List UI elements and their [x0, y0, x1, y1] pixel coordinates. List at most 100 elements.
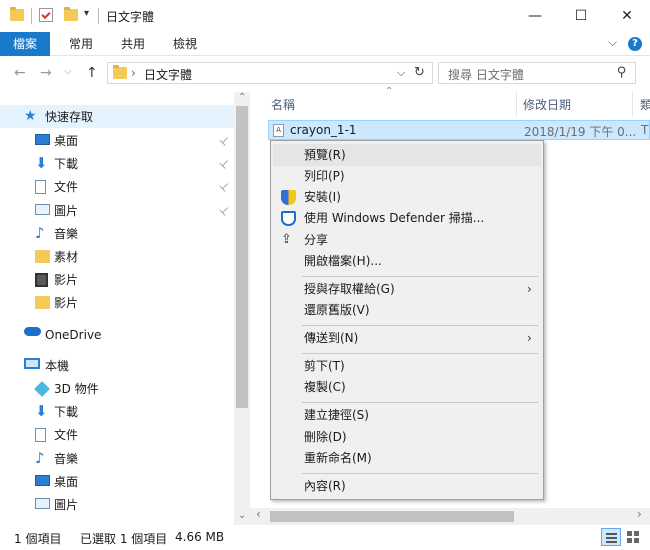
list-item[interactable]: 影片: [0, 268, 234, 291]
menu-item[interactable]: 傳送到(N) ›: [273, 327, 541, 349]
menu-separator: [302, 353, 538, 354]
minimize-button[interactable]: —: [512, 0, 558, 32]
back-button[interactable]: ←: [14, 65, 26, 81]
nav-scrollbar-thumb[interactable]: [236, 106, 248, 408]
menu-item-label: 列印(P): [304, 169, 345, 183]
folder-icon: [35, 296, 50, 310]
column-header-date[interactable]: 修改日期: [523, 96, 571, 113]
sidebar-item-label: 快速存取: [45, 110, 94, 124]
menu-item[interactable]: 建立捷徑(S): [273, 404, 541, 426]
sidebar-item-onedrive[interactable]: OneDrive: [0, 323, 234, 346]
divider: [31, 8, 32, 24]
star-icon: ★: [24, 108, 37, 124]
menu-item-label: 開啟檔案(H)...: [304, 254, 382, 268]
address-dropdown-icon[interactable]: ⌵: [397, 66, 405, 80]
table-row[interactable]: A crayon_1-1 2018/1/19 下午 0... T: [268, 120, 650, 140]
divider: [98, 8, 99, 24]
search-placeholder: 搜尋 日文字體: [448, 68, 524, 82]
list-item[interactable]: ♪ 音樂: [0, 222, 234, 245]
tab-file[interactable]: 檔案: [0, 32, 50, 56]
submenu-arrow-icon: ›: [527, 331, 532, 345]
menu-item[interactable]: 複製(C): [273, 376, 541, 398]
recent-locations-button[interactable]: ⌵: [64, 66, 72, 77]
menu-item-label: 使用 Windows Defender 掃描...: [304, 211, 485, 225]
pin-icon[interactable]: ⊥: [217, 156, 233, 172]
help-icon[interactable]: ?: [628, 37, 642, 51]
scroll-down-icon[interactable]: ⌄: [238, 510, 246, 521]
sidebar-item-label: OneDrive: [45, 327, 102, 342]
list-item[interactable]: 影片: [0, 291, 234, 314]
list-item[interactable]: 素材: [0, 245, 234, 268]
tab-share[interactable]: 共用: [110, 32, 156, 56]
list-item[interactable]: 文件: [0, 423, 234, 446]
list-item[interactable]: 桌面: [0, 470, 234, 493]
address-bar[interactable]: › 日文字體 ⌵ ↻: [107, 62, 433, 84]
divider: [632, 92, 633, 116]
scroll-right-icon[interactable]: ›: [637, 507, 642, 521]
window-title: 日文字體: [106, 10, 155, 24]
customize-quick-access-icon[interactable]: ▾: [84, 8, 89, 19]
menu-item[interactable]: ⇪ 分享: [273, 229, 541, 251]
details-view-button[interactable]: [601, 528, 621, 546]
breadcrumb-separator: ›: [131, 66, 136, 80]
sidebar-item-label: 下載: [54, 405, 79, 420]
tab-view[interactable]: 檢視: [162, 32, 208, 56]
pin-icon[interactable]: ⊥: [217, 133, 233, 149]
sidebar-item-label: 音樂: [54, 226, 79, 241]
defender-shield-icon: [281, 211, 296, 226]
menu-item[interactable]: 重新命名(M): [273, 447, 541, 469]
tab-home[interactable]: 常用: [58, 32, 104, 56]
refresh-button[interactable]: ↻: [414, 65, 425, 80]
menu-item[interactable]: 預覽(R): [273, 144, 541, 166]
list-item[interactable]: 文件 ⊥: [0, 175, 234, 198]
column-header-name[interactable]: 名稱: [271, 96, 295, 113]
menu-item[interactable]: 剪下(T): [273, 355, 541, 377]
large-icons-view-button[interactable]: [625, 529, 641, 545]
list-item[interactable]: ⬇ 下載 ⊥: [0, 152, 234, 175]
sidebar-item-this-pc[interactable]: 本機: [0, 354, 234, 377]
sidebar-item-quick-access[interactable]: ★ 快速存取: [0, 105, 234, 128]
expand-ribbon-icon[interactable]: ⌵: [608, 35, 617, 50]
scroll-left-icon[interactable]: ‹: [256, 507, 261, 521]
new-folder-icon[interactable]: [64, 7, 78, 21]
desktop-icon: [35, 474, 50, 486]
sidebar-item-label: 圖片: [54, 203, 79, 218]
sidebar-item-label: 桌面: [54, 134, 79, 148]
menu-item[interactable]: 還原舊版(V): [273, 299, 541, 321]
horizontal-scrollbar-thumb[interactable]: [270, 511, 514, 522]
folder-icon: [35, 250, 50, 263]
list-item[interactable]: 圖片: [0, 493, 234, 516]
up-button[interactable]: ↑: [86, 65, 98, 81]
menu-item[interactable]: 開啟檔案(H)...: [273, 250, 541, 272]
sidebar-item-label: 影片: [54, 296, 79, 311]
scroll-up-icon[interactable]: ⌃: [238, 92, 246, 103]
search-icon[interactable]: ⚲: [617, 65, 627, 80]
menu-item[interactable]: 列印(P): [273, 165, 541, 187]
list-item[interactable]: 圖片 ⊥: [0, 199, 234, 222]
admin-shield-icon: [281, 190, 296, 205]
menu-item[interactable]: 刪除(D): [273, 426, 541, 448]
menu-item[interactable]: 使用 Windows Defender 掃描...: [273, 207, 541, 229]
breadcrumb[interactable]: 日文字體: [144, 66, 192, 83]
close-button[interactable]: ✕: [604, 0, 650, 32]
pin-icon[interactable]: ⊥: [217, 202, 233, 218]
search-input[interactable]: 搜尋 日文字體 ⚲: [438, 62, 636, 84]
properties-icon[interactable]: [39, 8, 53, 22]
download-icon: ⬇: [35, 154, 48, 173]
selected-count: 已選取 1 個項目: [80, 532, 168, 546]
menu-item[interactable]: 安裝(I): [273, 186, 541, 208]
maximize-button[interactable]: ☐: [558, 0, 604, 32]
forward-button[interactable]: →: [40, 65, 52, 81]
list-item[interactable]: ⬇ 下載: [0, 400, 234, 423]
column-header-type[interactable]: 類: [640, 96, 650, 113]
sidebar-item-label: 下載: [54, 157, 79, 172]
menu-item[interactable]: 內容(R): [273, 475, 541, 497]
list-item[interactable]: 3D 物件: [0, 377, 234, 400]
list-item[interactable]: 桌面 ⊥: [0, 129, 234, 152]
menu-item-label: 還原舊版(V): [304, 303, 370, 317]
list-item[interactable]: ♪ 音樂: [0, 447, 234, 470]
selected-size: 4.66 MB: [175, 530, 225, 544]
pin-icon[interactable]: ⊥: [217, 179, 233, 195]
menu-item[interactable]: 授與存取權給(G) ›: [273, 278, 541, 300]
title-bar: ▾ 日文字體 — ☐ ✕: [0, 0, 650, 32]
